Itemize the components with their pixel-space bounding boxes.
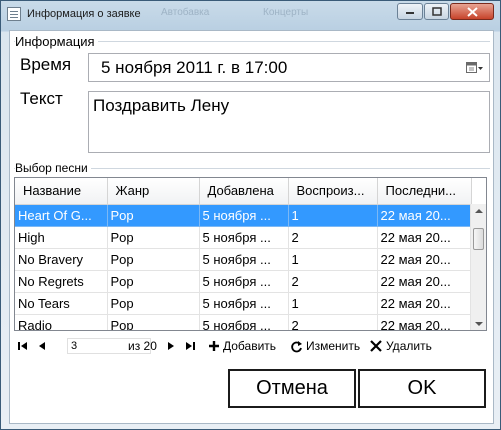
cell-name: No Bravery <box>15 248 108 271</box>
cell-name: Heart Of G... <box>15 204 108 227</box>
title-bar[interactable]: Информация о заявке Автобавка Концерты <box>1 1 500 29</box>
next-record-icon <box>168 342 174 350</box>
background-tab-1: Автобавка <box>161 7 210 18</box>
cell-added: 5 ноября ... <box>199 226 289 249</box>
maximize-icon <box>431 7 442 16</box>
last-record-button[interactable] <box>184 337 196 355</box>
cell-name: No Tears <box>15 292 108 315</box>
cell-genre: Pop <box>107 226 200 249</box>
delete-record-button[interactable]: Удалить <box>370 337 432 355</box>
songs-grid[interactable]: Название Жанр Добавлена Воспроиз... Посл… <box>14 177 487 331</box>
cell-last: 22 мая 20... <box>377 226 472 249</box>
cell-last: 22 мая 20... <box>377 270 472 293</box>
scroll-down-arrow-icon[interactable] <box>475 322 483 326</box>
close-button[interactable] <box>450 3 494 20</box>
maximize-button[interactable] <box>424 3 449 20</box>
cell-last: 22 мая 20... <box>377 314 472 330</box>
cell-name: High <box>15 226 108 249</box>
prev-record-button[interactable] <box>36 337 48 355</box>
edit-record-button[interactable]: Изменить <box>290 337 360 355</box>
column-header-genre[interactable]: Жанр <box>107 178 200 205</box>
time-label: Время <box>20 55 72 74</box>
scroll-thumb[interactable] <box>473 228 484 250</box>
cell-added: 5 ноября ... <box>199 292 289 315</box>
songs-table: Название Жанр Добавлена Воспроиз... Посл… <box>15 178 472 330</box>
time-value: 5 ноября 2011 г. в 17:00 <box>101 58 288 77</box>
table-row[interactable]: Heart Of G... Pop 5 ноября ... 1 22 мая … <box>15 204 472 227</box>
prev-record-icon <box>39 342 45 350</box>
cell-name: Radio <box>15 314 108 330</box>
cell-last: 22 мая 20... <box>377 204 472 227</box>
table-row[interactable]: High Pop 5 ноября ... 2 22 мая 20... <box>15 226 472 249</box>
cancel-button[interactable]: Отмена <box>228 369 356 408</box>
minimize-icon <box>406 11 414 14</box>
first-record-button[interactable] <box>17 337 29 355</box>
minimize-button[interactable] <box>397 3 423 20</box>
time-date-picker[interactable]: 5 ноября 2011 г. в 17:00 <box>88 53 490 82</box>
cell-plays: 1 <box>288 204 378 227</box>
refresh-icon <box>291 340 302 352</box>
cell-genre: Pop <box>107 292 200 315</box>
record-total: из 20 <box>128 339 157 353</box>
add-record-label: Добавить <box>223 339 277 353</box>
cell-added: 5 ноября ... <box>199 204 289 227</box>
close-icon <box>466 6 478 17</box>
first-record-icon <box>18 342 27 350</box>
delete-x-icon <box>370 340 382 352</box>
column-header-name[interactable]: Название <box>15 178 108 205</box>
info-group-label: Информация <box>15 34 98 49</box>
cell-added: 5 ноября ... <box>199 248 289 271</box>
text-memo[interactable]: Поздравить Лену <box>88 91 490 153</box>
table-row[interactable]: Radio Pop 5 ноября ... 2 22 мая 20... <box>15 314 472 330</box>
cell-added: 5 ноября ... <box>199 314 289 330</box>
text-value: Поздравить Лену <box>93 96 230 115</box>
edit-record-label: Изменить <box>306 339 361 353</box>
grid-navigator: 3 из 20 Добавить Изменить Удалить <box>14 337 490 355</box>
column-header-added[interactable]: Добавлена <box>199 178 289 205</box>
column-header-plays[interactable]: Воспроиз... <box>288 178 378 205</box>
cell-last: 22 мая 20... <box>377 248 472 271</box>
background-tab-2: Концерты <box>263 7 309 18</box>
cell-plays: 2 <box>288 226 378 249</box>
cell-added: 5 ноября ... <box>199 270 289 293</box>
calendar-dropdown-icon[interactable] <box>466 62 483 74</box>
cell-plays: 1 <box>288 248 378 271</box>
grid-header-row: Название Жанр Добавлена Воспроиз... Посл… <box>15 178 472 205</box>
dialog-window: Информация о заявке Автобавка Концерты И… <box>0 0 501 430</box>
cell-genre: Pop <box>107 270 200 293</box>
table-row[interactable]: No Tears Pop 5 ноября ... 1 22 мая 20... <box>15 292 472 315</box>
cell-plays: 2 <box>288 270 378 293</box>
scroll-up-arrow-icon[interactable] <box>475 209 483 213</box>
cell-genre: Pop <box>107 248 200 271</box>
cell-last: 22 мая 20... <box>377 292 472 315</box>
songs-group-label: Выбор песни <box>15 161 91 175</box>
dialog-client-area: Информация Время 5 ноября 2011 г. в 17:0… <box>9 30 494 424</box>
ok-button[interactable]: OK <box>358 369 486 408</box>
grid-vertical-scrollbar[interactable] <box>470 204 486 330</box>
cell-plays: 1 <box>288 292 378 315</box>
window-title: Информация о заявке <box>27 8 141 20</box>
cell-genre: Pop <box>107 314 200 330</box>
next-record-button[interactable] <box>165 337 177 355</box>
cell-genre: Pop <box>107 204 200 227</box>
plus-icon <box>209 341 219 351</box>
table-row[interactable]: No Regrets Pop 5 ноября ... 2 22 мая 20.… <box>15 270 472 293</box>
cell-plays: 2 <box>288 314 378 330</box>
text-label: Текст <box>20 89 63 108</box>
last-record-icon <box>186 342 195 350</box>
cell-name: No Regrets <box>15 270 108 293</box>
column-header-last[interactable]: Последни... <box>377 178 472 205</box>
add-record-button[interactable]: Добавить <box>208 337 276 355</box>
table-row[interactable]: No Bravery Pop 5 ноября ... 1 22 мая 20.… <box>15 248 472 271</box>
delete-record-label: Удалить <box>386 339 432 353</box>
window-app-icon <box>7 7 21 21</box>
